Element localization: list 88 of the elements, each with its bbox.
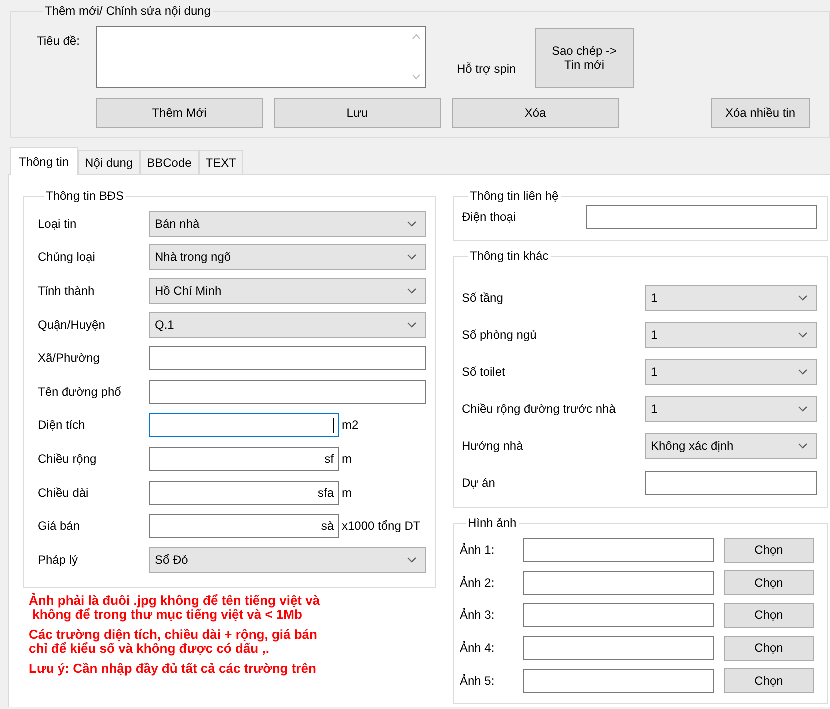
scroll-up-icon [412,34,421,40]
warning-note: Các trường diện tích, chiều dài + rộng, giá bán chỉ để kiểu số và không được có dấu ,. [29,628,318,656]
field-label: Tỉnh thành [38,282,96,300]
dropdown[interactable]: Q.1 [149,312,426,338]
chevron-down-icon [798,368,808,374]
field-label: Điện thoại [462,209,516,226]
dropdown[interactable]: 1 [645,322,817,348]
unit-label: x1000 tổng DT [342,518,421,536]
unit-label: m2 [342,417,359,434]
field-label: Ảnh 5: [460,672,496,690]
field-label: Chiều rộng [38,450,98,468]
chevron-down-icon [798,406,808,412]
field-label: Số toilet [462,364,506,380]
dropdown[interactable]: 1 [645,284,817,310]
chevron-down-icon [407,254,417,260]
field-label: Loại tin [38,216,78,233]
file-path-field[interactable] [523,668,714,693]
field-label: Ảnh 4: [460,640,496,658]
input-field[interactable]: sà [149,514,339,538]
chevron-down-icon [407,220,417,227]
group-title: Hình ảnh [467,515,518,532]
chevron-down-icon [407,288,417,294]
field-label: Chiều rộng đường trước nhà [462,400,617,418]
unit-label: m [342,484,352,502]
button[interactable]: Chọn [724,668,814,694]
dropdown[interactable]: Không xác định [645,432,817,458]
chevron-down-icon [407,322,417,328]
input-field[interactable] [149,346,426,370]
button[interactable]: Chọn [724,636,814,661]
file-path-field[interactable] [523,636,714,660]
input-field[interactable] [149,413,339,438]
field-label: Ảnh 1: [460,542,496,560]
field-label: Giá bán [38,518,82,536]
unit-label: m [342,450,352,468]
field-label: Hướng nhà [462,438,524,454]
dropdown[interactable]: 1 [645,396,817,422]
chevron-down-icon [798,332,808,338]
button[interactable]: Chọn [724,538,814,563]
warning-note: Lưu ý: Cần nhập đầy đủ tất cả các trường trên [29,662,318,676]
input-field[interactable]: sf [149,446,339,471]
field-label: Số phòng ngủ [462,326,538,344]
button[interactable]: Lưu [274,98,441,128]
tab[interactable]: Nội dung [78,150,140,174]
field-label: Ảnh 3: [460,607,496,624]
warning-note: Ảnh phải là đuôi .jpg không để tên tiếng việt và không để trong thư mục tiếng việt và < 1Mb [29,594,322,622]
button[interactable]: Xóa nhiều tin [711,98,810,128]
tab[interactable]: BBCode [140,150,199,174]
group-title: Thông tin BĐS [45,188,126,205]
file-path-field[interactable] [523,603,714,628]
input-field[interactable] [586,205,817,229]
button[interactable]: Thêm Mới [96,98,263,128]
dropdown[interactable]: Sổ Đỏ [149,546,426,573]
tab[interactable]: Thông tin [10,147,78,175]
dropdown[interactable]: Nhà trong ngõ [149,244,426,270]
field-label: Diện tích [38,417,86,434]
field-label: Số tầng [462,290,504,306]
input-field[interactable] [149,380,426,404]
file-path-field[interactable] [523,570,714,595]
button[interactable]: Xóa [452,98,619,128]
group-title: Thêm mới/ Chỉnh sửa nội dung [44,3,212,20]
text-cursor [333,418,334,433]
field-label: Xã/Phường [38,350,101,368]
dropdown[interactable]: Hồ Chí Minh [149,278,426,304]
dropdown[interactable]: 1 [645,358,817,384]
chevron-down-icon [798,442,808,448]
tab[interactable]: TEXT [198,150,244,174]
group-title: Thông tin khác [469,248,550,265]
field-label: Dự án [462,474,496,492]
scroll-down-icon [412,74,421,80]
button[interactable]: Chọn [724,570,814,596]
group-title: Thông tin liên hệ [469,188,560,205]
chevron-down-icon [798,294,808,300]
field-label: Tiêu đề: [37,33,81,50]
field-label: Quận/Huyện [38,316,106,334]
title-textarea[interactable] [96,26,426,88]
dropdown[interactable]: Bán nhà [149,210,426,237]
button[interactable]: Chọn [724,602,814,628]
field-label: Tên đường phố [38,384,122,401]
spin-label: Hỗ trợ spin [457,61,518,78]
field-label: Ảnh 2: [460,574,496,592]
field-label: Pháp lý [38,552,80,569]
field-label: Chiều dài [38,484,90,502]
input-field[interactable] [645,470,817,494]
file-path-field[interactable] [523,538,714,562]
button[interactable]: Sao chép -> Tin mới [535,28,634,88]
field-label: Chủng loại [38,249,96,266]
chevron-down-icon [407,556,417,563]
input-field[interactable]: sfa [149,480,339,505]
